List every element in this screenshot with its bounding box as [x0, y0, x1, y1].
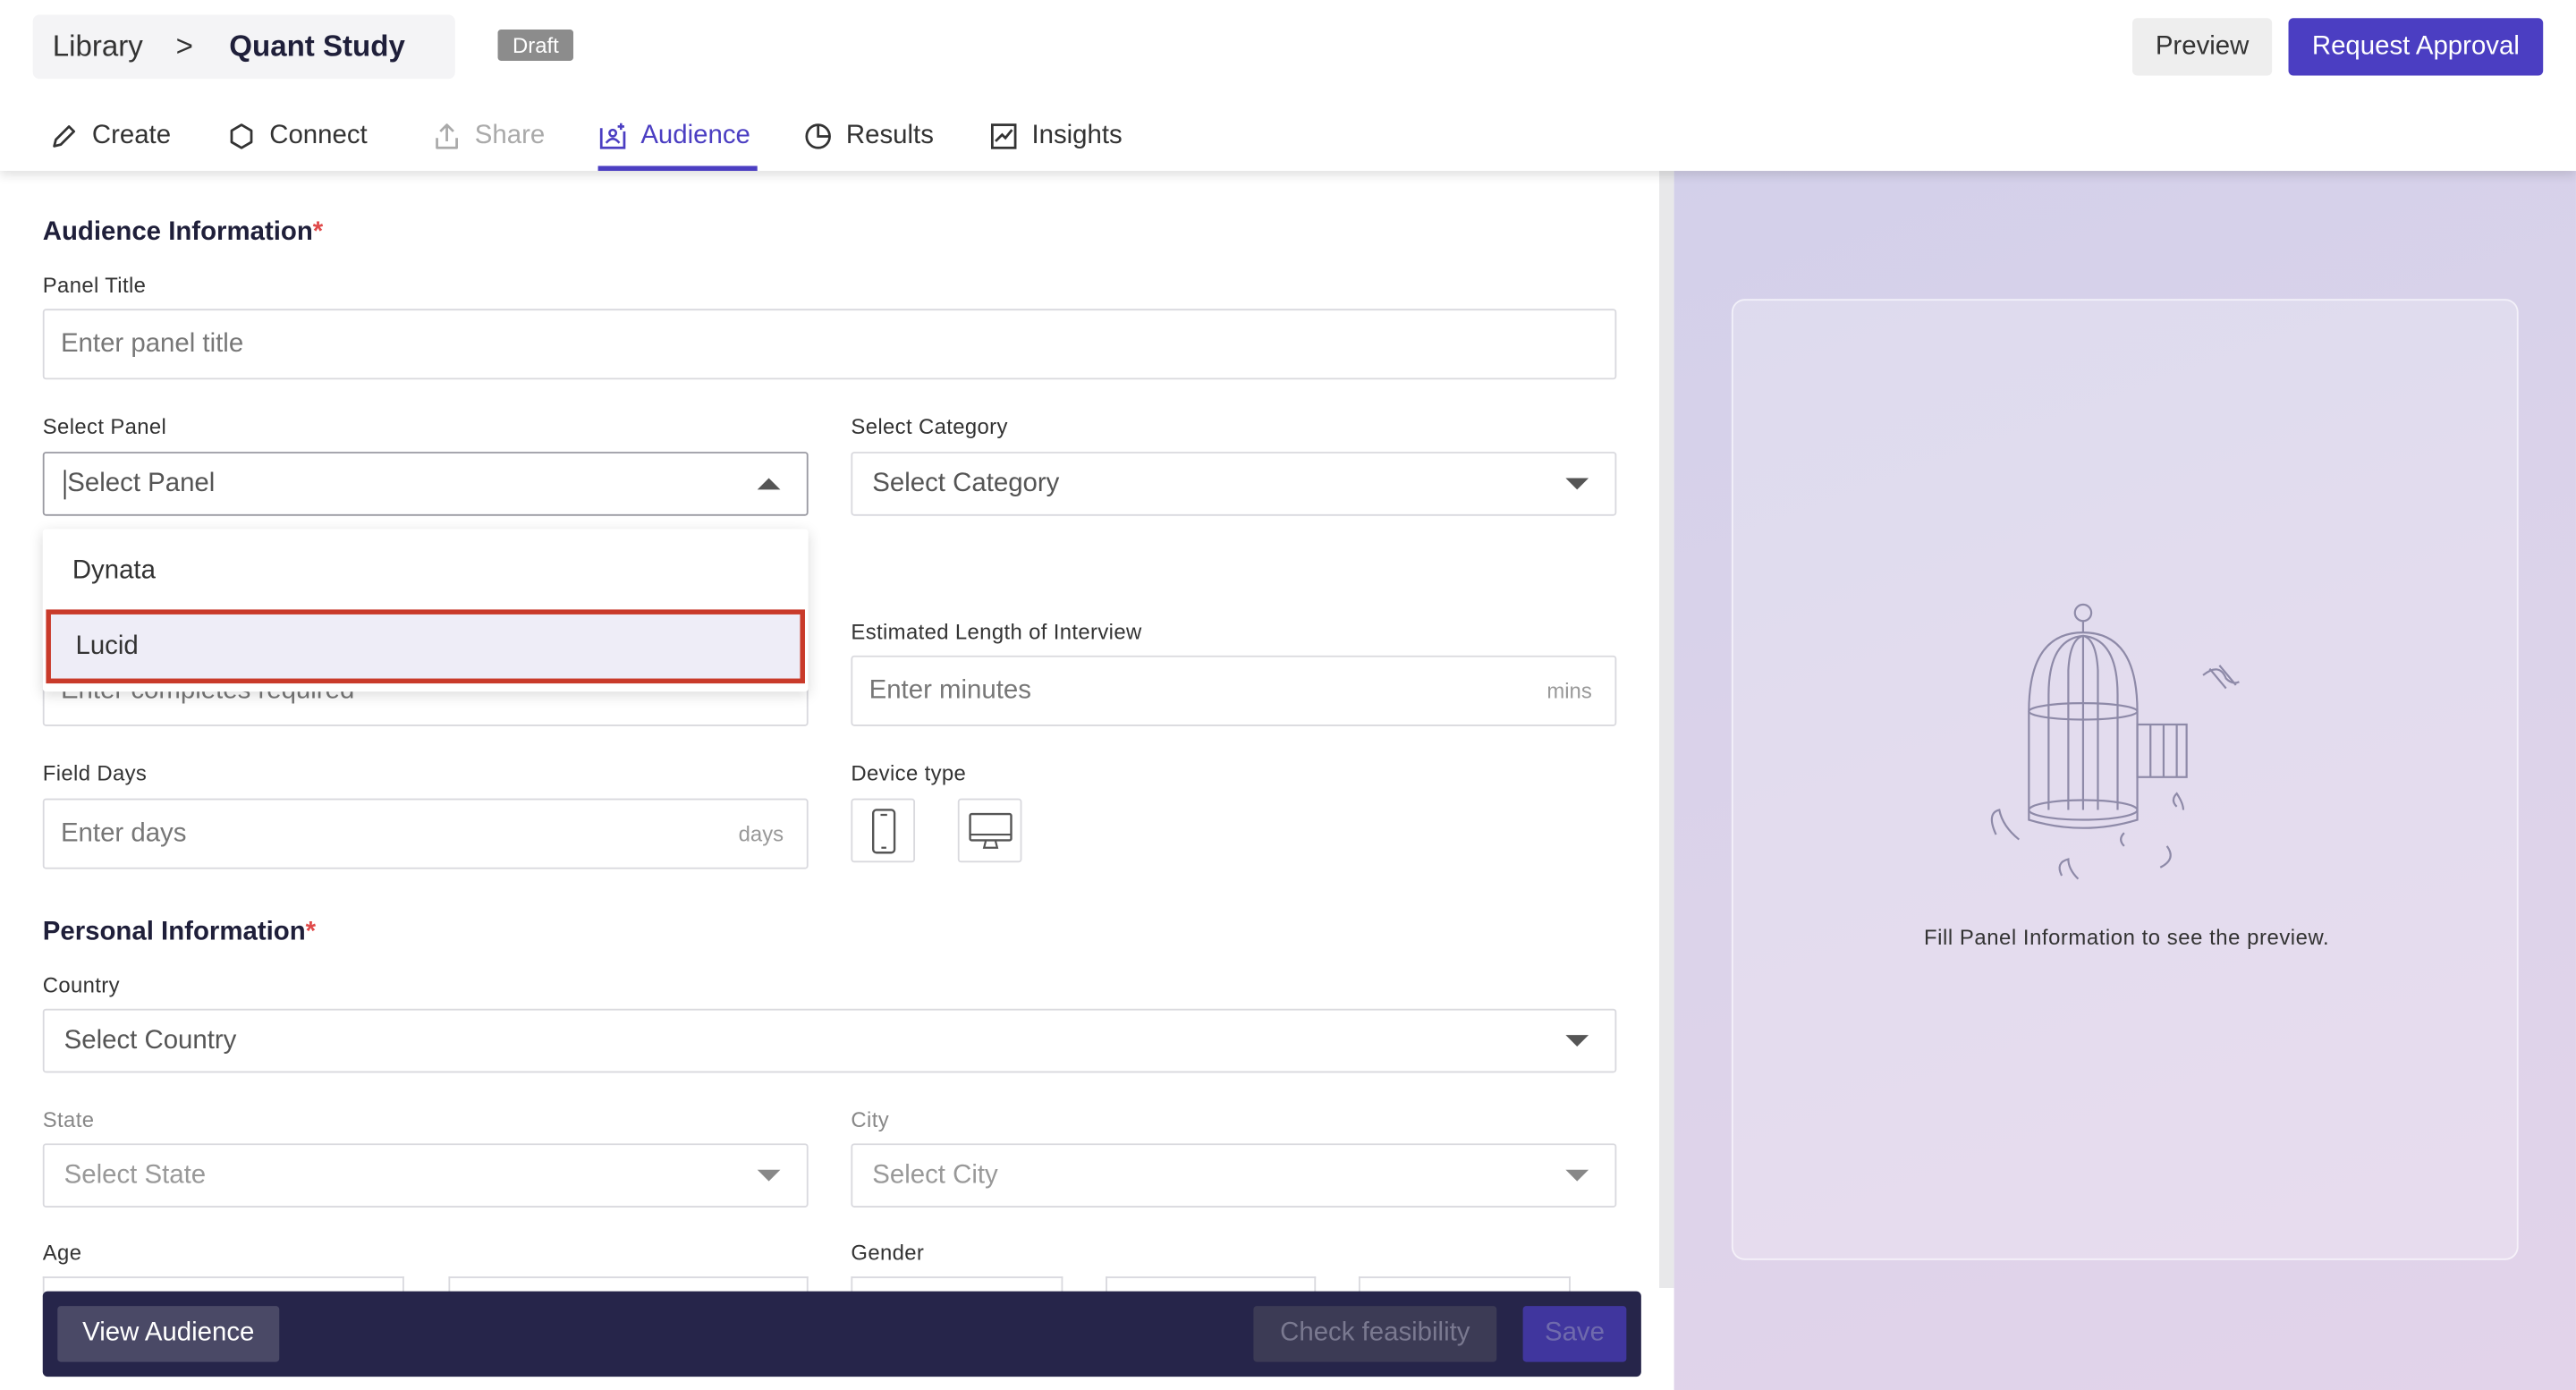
pencil-icon — [53, 125, 76, 148]
heading-text: Audience Information — [42, 218, 313, 247]
chevron-down-icon — [757, 1169, 781, 1182]
age-label: Age — [42, 1240, 82, 1266]
view-audience-button[interactable]: View Audience — [57, 1306, 280, 1362]
breadcrumb-library-link[interactable]: Library — [53, 30, 143, 64]
tab-label: Audience — [640, 121, 750, 150]
state-dropdown[interactable]: Select State — [42, 1143, 809, 1208]
desktop-icon — [968, 811, 1012, 848]
country-label: Country — [42, 972, 120, 997]
panel-option-lucid[interactable]: Lucid — [46, 609, 805, 684]
tab-audience[interactable]: Audience — [597, 108, 758, 172]
country-dropdown[interactable]: Select Country — [42, 1008, 1617, 1073]
chevron-down-icon — [1565, 1035, 1589, 1047]
hexagon-icon — [230, 123, 253, 149]
tab-label: Connect — [269, 121, 368, 150]
field-days-input[interactable]: Enter days days — [42, 798, 809, 869]
panel-title-input[interactable]: Enter panel title — [42, 309, 1617, 380]
city-dropdown[interactable]: Select City — [851, 1143, 1617, 1208]
tab-label: Create — [91, 121, 172, 150]
request-approval-button[interactable]: Request Approval — [2288, 18, 2544, 76]
select-panel-label: Select Panel — [42, 413, 167, 439]
mobile-icon — [871, 808, 895, 853]
chevron-down-icon — [1565, 1169, 1589, 1182]
minutes-suffix: mins — [1546, 678, 1592, 704]
state-label: State — [42, 1106, 95, 1132]
pie-chart-icon — [805, 123, 831, 149]
status-badge: Draft — [497, 30, 574, 61]
device-desktop-toggle[interactable] — [957, 798, 1022, 863]
breadcrumb: Library > Quant Study — [32, 14, 455, 80]
audience-information-heading: Audience Information* — [43, 218, 324, 248]
personal-information-heading: Personal Information* — [43, 919, 316, 948]
line-chart-icon — [990, 123, 1017, 149]
device-mobile-toggle[interactable] — [851, 798, 916, 863]
days-suffix: days — [738, 821, 784, 846]
field-days-label: Field Days — [42, 760, 148, 785]
panel-title-label: Panel Title — [42, 272, 147, 298]
select-panel-dropdown[interactable]: Select Panel — [42, 452, 809, 516]
tab-results[interactable]: Results — [803, 108, 934, 171]
text-cursor — [64, 469, 66, 499]
required-mark: * — [305, 918, 317, 946]
placeholder: Enter minutes — [869, 675, 1031, 705]
required-mark: * — [312, 218, 324, 247]
birdcage-illustration — [1990, 603, 2240, 880]
heading-text: Personal Information — [42, 918, 306, 946]
tab-connect[interactable]: Connect — [226, 108, 368, 171]
breadcrumb-separator: > — [175, 30, 193, 63]
chevron-up-icon — [757, 478, 781, 490]
tab-label: Share — [474, 121, 546, 150]
preview-card: Fill Panel Information to see the previe… — [1731, 299, 2519, 1260]
tab-label: Results — [845, 121, 934, 150]
tab-share[interactable]: Share — [432, 108, 545, 171]
tab-insights[interactable]: Insights — [989, 108, 1123, 171]
length-of-interview-input[interactable]: Enter minutes mins — [851, 655, 1617, 726]
preview-empty-message: Fill Panel Information to see the previe… — [1924, 925, 2330, 950]
city-label: City — [851, 1106, 890, 1132]
panel-option-dynata[interactable]: Dynata — [43, 534, 809, 608]
placeholder: Select Category — [872, 469, 1060, 497]
length-of-interview-label: Estimated Length of Interview — [851, 619, 1142, 644]
select-category-label: Select Category — [851, 413, 1008, 439]
select-panel-menu: Dynata Lucid — [42, 529, 809, 692]
form-scrollbar[interactable] — [1659, 171, 1674, 1288]
placeholder: Select Panel — [67, 469, 216, 497]
share-upload-icon — [436, 123, 458, 149]
save-button[interactable]: Save — [1522, 1306, 1627, 1362]
placeholder: Select City — [872, 1160, 998, 1189]
gender-label: Gender — [851, 1240, 925, 1266]
tab-create[interactable]: Create — [49, 108, 171, 171]
select-category-dropdown[interactable]: Select Category — [851, 452, 1617, 516]
device-type-label: Device type — [851, 760, 967, 785]
breadcrumb-current-project: Quant Study — [229, 30, 405, 63]
tab-label: Insights — [1031, 121, 1123, 150]
placeholder: Select Country — [64, 1026, 237, 1055]
placeholder: Select State — [64, 1160, 207, 1189]
top-header: Library > Quant Study Draft Preview Requ… — [0, 0, 2576, 172]
placeholder: Enter days — [60, 818, 187, 847]
chevron-down-icon — [1565, 478, 1589, 490]
audience-icon — [599, 123, 626, 149]
check-feasibility-button[interactable]: Check feasibility — [1253, 1306, 1497, 1362]
preview-button[interactable]: Preview — [2132, 18, 2273, 76]
form-footer-bar: View Audience Check feasibility Save — [42, 1291, 1641, 1377]
placeholder: Enter panel title — [60, 329, 244, 358]
